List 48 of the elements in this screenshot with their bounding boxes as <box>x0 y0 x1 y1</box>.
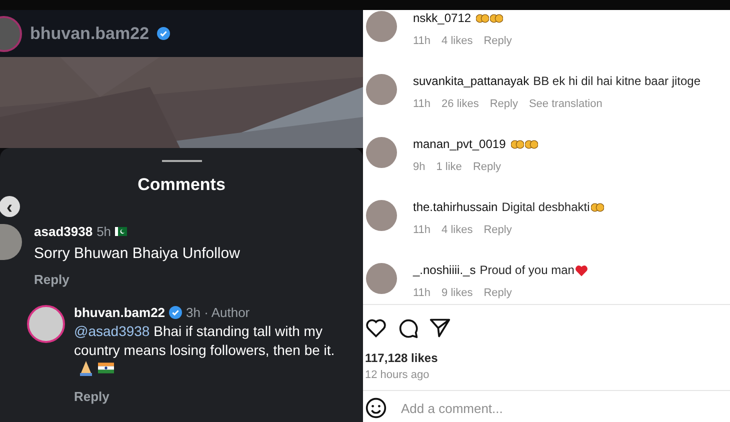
flag-icon <box>98 360 114 376</box>
username[interactable]: asad3938 <box>34 224 93 239</box>
timestamp: 12 hours ago <box>365 369 430 381</box>
timestamp: 5h <box>96 224 112 239</box>
back-button[interactable]: ‹ <box>0 196 20 217</box>
like-count[interactable]: 117,128 likes <box>365 351 730 365</box>
like-icon[interactable] <box>365 317 387 339</box>
mention-link[interactable]: @asad3938 <box>74 323 150 339</box>
username[interactable]: bhuvan.bam22 <box>74 305 166 320</box>
avatar <box>366 200 397 231</box>
heart-icon <box>575 264 588 276</box>
timestamp: 9h <box>413 161 426 173</box>
comment-text: @asad3938 Bhai if standing tall with my country means losing followers, then be it. <box>74 322 346 379</box>
username[interactable]: nskk_0712 <box>413 11 472 25</box>
reply-button[interactable]: Reply <box>34 272 240 287</box>
avatar <box>366 11 397 42</box>
comment-text: Sorry Bhuwan Bhaiya Unfollow <box>34 245 240 262</box>
sheet-title: Comments <box>136 175 226 195</box>
like-count: 9 likes <box>442 287 473 299</box>
username[interactable]: manan_pvt_0019 <box>413 137 506 151</box>
comment-text: BB ek hi dil hai kitne baar jitoge <box>533 74 701 88</box>
avatar <box>366 263 397 294</box>
comment-icon[interactable] <box>397 317 419 339</box>
comment-text: Proud of you man <box>480 263 574 277</box>
timestamp: 11h <box>413 98 431 110</box>
comment-text: Digital desbhakti <box>502 200 590 214</box>
timestamp: 3h · Author <box>186 305 250 320</box>
avatar <box>366 137 397 168</box>
username[interactable]: _.noshiiii._s <box>413 263 476 277</box>
username[interactable]: suvankita_pattanayak <box>413 74 530 88</box>
emoji-icon[interactable] <box>365 397 387 419</box>
like-count: 1 like <box>436 161 462 173</box>
username[interactable]: bhuvan.bam22 <box>30 24 150 44</box>
reply-button[interactable]: Reply <box>74 389 346 404</box>
username[interactable]: the.tahirhussain <box>413 200 498 214</box>
like-count: 4 likes <box>442 35 473 47</box>
like-count: 26 likes <box>442 98 479 110</box>
like-count: 4 likes <box>442 224 473 236</box>
avatar <box>0 224 22 260</box>
flag-icon <box>115 227 128 236</box>
avatar <box>366 74 397 105</box>
timestamp: 11h <box>413 287 431 299</box>
timestamp: 11h <box>413 224 431 236</box>
send-icon[interactable] <box>429 317 451 339</box>
avatar <box>27 305 65 343</box>
drag-handle[interactable] <box>162 160 202 162</box>
comment-field[interactable]: Add a comment... <box>401 400 651 416</box>
timestamp: 11h <box>413 35 431 47</box>
